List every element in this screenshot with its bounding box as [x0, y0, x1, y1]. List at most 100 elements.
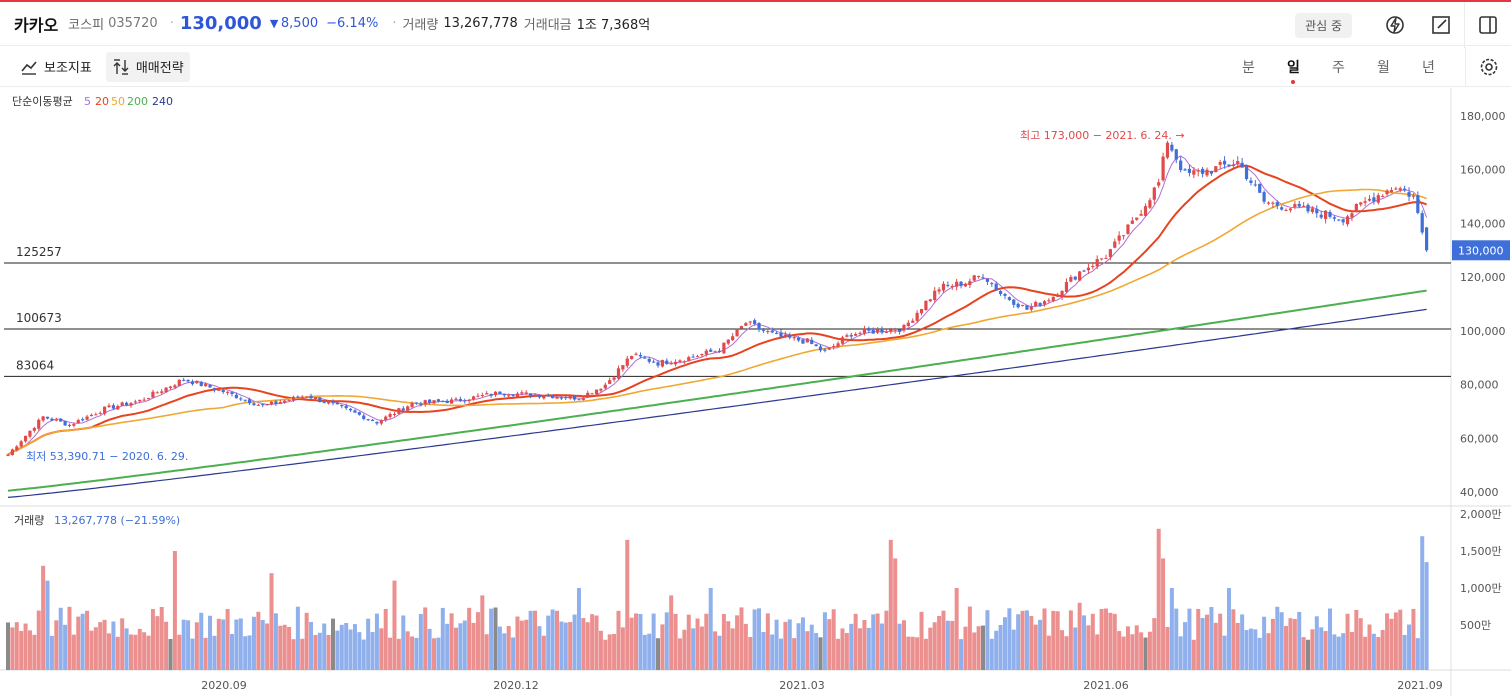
candle-body: [924, 300, 928, 311]
volume-bar: [1183, 622, 1188, 670]
volume-bar: [1402, 634, 1407, 670]
period-year[interactable]: 년: [1406, 57, 1451, 77]
candle-body: [1425, 227, 1429, 251]
volume-bar: [300, 638, 305, 670]
candle-body: [212, 388, 217, 390]
candle-body: [581, 398, 585, 400]
candle-body: [902, 325, 906, 331]
indicators-button[interactable]: 보조지표: [14, 52, 98, 82]
candle-body: [823, 349, 827, 351]
volume-bar: [928, 627, 933, 670]
candle-body: [454, 398, 458, 400]
volume-bar: [945, 620, 950, 670]
period-week[interactable]: 주: [1316, 57, 1361, 77]
volume-bar: [445, 623, 450, 670]
volume-bar: [458, 623, 463, 670]
candle-body: [713, 351, 717, 353]
volume-bar: [480, 595, 485, 670]
volume-bar: [875, 613, 880, 670]
lightning-icon[interactable]: [1372, 2, 1418, 48]
candle-body: [753, 320, 757, 325]
candle-body: [919, 308, 924, 314]
candle-body: [959, 281, 963, 286]
candle-body: [564, 397, 568, 399]
candle-body: [652, 361, 656, 363]
candle-body: [950, 286, 954, 288]
price-tick-label: 100,000: [1460, 325, 1506, 338]
candle-body: [327, 402, 331, 404]
volume-bar: [1244, 630, 1249, 670]
candle-body: [261, 404, 265, 406]
trend-line-icon: [21, 60, 37, 75]
candle-body: [331, 401, 335, 404]
strategy-button[interactable]: 매매전략: [105, 51, 190, 82]
candle-body: [893, 330, 897, 332]
volume-bar: [392, 580, 397, 670]
candle-body: [1328, 211, 1332, 217]
candle-body: [41, 416, 45, 421]
candle-body: [871, 330, 875, 334]
candle-body: [357, 412, 361, 415]
volume-bar: [1134, 625, 1139, 670]
volume-bar: [1002, 617, 1007, 670]
volume-bar: [414, 637, 419, 670]
volume-bar: [1007, 608, 1012, 670]
price-chart[interactable]: 180,000 160,000 140,000 120,000 100,000 80,00…: [0, 88, 1511, 696]
volume-bar: [1323, 631, 1328, 670]
candle-body: [199, 381, 203, 386]
volume-bar: [396, 638, 401, 670]
price-axis: 180,000 160,000 140,000 120,000 100,000 80,00…: [1460, 110, 1506, 499]
volume-bar: [967, 606, 972, 670]
period-month[interactable]: 월: [1361, 57, 1406, 77]
candle-body: [889, 329, 893, 332]
candle-body: [414, 402, 419, 404]
volume-bar: [282, 624, 287, 670]
volume-bar: [880, 623, 885, 670]
volume-bar: [677, 638, 682, 670]
volume-bar: [1121, 636, 1126, 670]
settings-button[interactable]: [1465, 47, 1511, 87]
candle-body: [1266, 202, 1271, 204]
volume-bar: [963, 626, 968, 670]
candle-body: [805, 338, 809, 343]
market-name: 코스피: [68, 18, 105, 33]
edit-icon[interactable]: [1418, 2, 1464, 48]
price-change: ▼ 8,500: [270, 16, 318, 31]
candle-body: [1108, 249, 1112, 258]
candle-body: [155, 392, 159, 394]
volume-bar: [796, 623, 801, 670]
volume-bar: [1327, 608, 1332, 670]
candle-body: [1315, 209, 1319, 214]
volume-bar: [1222, 635, 1227, 670]
candle-body: [779, 332, 783, 337]
candle-body: [160, 391, 164, 393]
volume-bar: [752, 609, 757, 670]
volume-bar: [1253, 629, 1258, 670]
period-day[interactable]: 일: [1271, 57, 1316, 84]
candle-body: [1302, 205, 1306, 207]
volume-bar: [871, 614, 876, 670]
volume-bar: [102, 619, 107, 670]
candle-body: [1100, 258, 1104, 260]
volume-bar: [471, 622, 476, 670]
volume-bar: [256, 611, 261, 670]
volume-bar: [23, 623, 28, 670]
volume-bar: [449, 613, 454, 670]
watchlist-button[interactable]: 관심 중: [1295, 12, 1352, 38]
candle-body: [177, 379, 181, 386]
candle-body: [1416, 195, 1420, 213]
panel-layout-icon[interactable]: [1465, 2, 1511, 48]
volume-bar: [884, 610, 889, 670]
level-label: 125257: [16, 245, 62, 259]
candle-body: [515, 393, 520, 397]
time-tick-label: 2020.09: [201, 679, 247, 692]
period-minute[interactable]: 분: [1226, 57, 1271, 77]
candle-body: [700, 354, 704, 356]
candle-body: [1179, 160, 1183, 171]
candle-body: [1240, 162, 1244, 168]
candle-body: [1069, 277, 1073, 282]
candle-body: [770, 330, 774, 333]
volume-bar: [1200, 618, 1205, 670]
chart-area[interactable]: 180,000 160,000 140,000 120,000 100,000 80,00…: [0, 88, 1511, 696]
volume-bar: [221, 619, 226, 670]
